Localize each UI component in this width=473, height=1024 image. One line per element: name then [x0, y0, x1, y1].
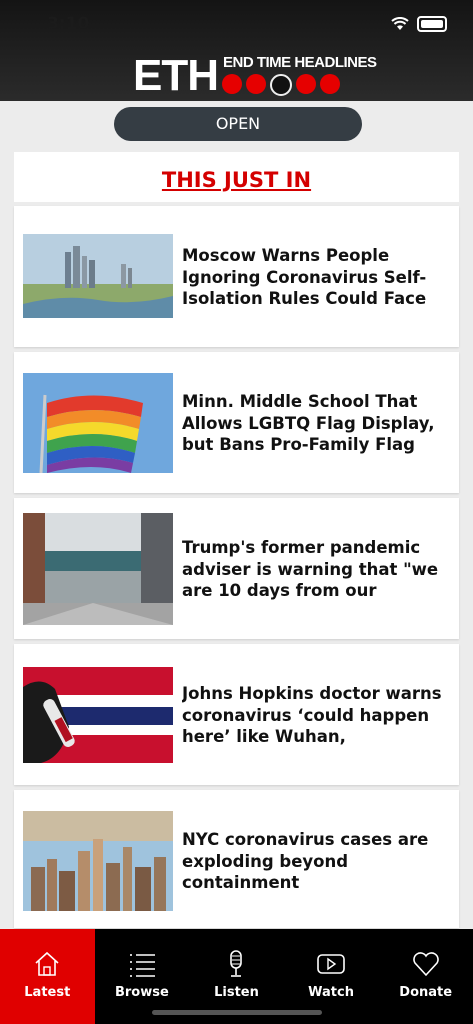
tab-label: Browse	[114, 985, 169, 1000]
list-icon	[129, 954, 155, 977]
article-card-5[interactable]: NYC coronavirus cases are exploding beyo…	[14, 790, 459, 928]
carousel-dot[interactable]	[222, 74, 242, 94]
article-headline: NYC coronavirus cases are exploding beyo…	[182, 830, 429, 892]
section-header: THIS JUST IN	[14, 152, 459, 202]
section-title[interactable]: THIS JUST IN	[14, 168, 459, 192]
tab-label: Watch	[308, 985, 354, 1000]
microphone-icon	[230, 950, 243, 977]
article-card-3[interactable]: Trump's former pandemic adviser is warni…	[14, 498, 459, 639]
article-thumbnail	[23, 811, 173, 911]
tab-label: Latest	[24, 985, 71, 1000]
tab-label: Listen	[214, 985, 259, 1000]
article-headline: Moscow Warns People Ignoring Coronavirus…	[182, 246, 427, 308]
home-icon	[35, 951, 59, 976]
article-headline: Johns Hopkins doctor warns coronavirus ‘…	[182, 684, 442, 746]
article-card-4[interactable]: Johns Hopkins doctor warns coronavirus ‘…	[14, 644, 459, 785]
article-headline: Minn. Middle School That Allows LGBTQ Fl…	[182, 392, 435, 454]
article-card-2[interactable]: Minn. Middle School That Allows LGBTQ Fl…	[14, 352, 459, 493]
carousel-dot-active[interactable]	[270, 74, 292, 96]
carousel-dot[interactable]	[320, 74, 340, 94]
app-tagline: END TIME HEADLINES	[223, 54, 377, 71]
open-button[interactable]: OPEN	[114, 107, 362, 141]
home-indicator[interactable]	[152, 1010, 322, 1015]
video-icon	[317, 954, 345, 974]
article-thumbnail	[23, 234, 173, 318]
status-time: 3:10	[47, 14, 90, 34]
status-icons	[391, 16, 447, 32]
carousel-dot[interactable]	[246, 74, 266, 94]
tab-latest[interactable]: Latest	[0, 929, 95, 1024]
carousel-dots	[222, 74, 340, 96]
article-card-1[interactable]: Moscow Warns People Ignoring Coronavirus…	[14, 206, 459, 347]
heart-icon	[412, 952, 439, 977]
wifi-icon	[391, 17, 409, 30]
article-headline: Trump's former pandemic adviser is warni…	[182, 538, 439, 600]
article-thumbnail	[23, 513, 173, 625]
app-logo[interactable]: ETH	[133, 54, 219, 98]
article-thumbnail	[23, 667, 173, 763]
app-header: 3:10 ETH END TIME HEADLINES	[0, 0, 473, 101]
tab-donate[interactable]: Donate	[378, 929, 473, 1024]
tab-label: Donate	[399, 985, 453, 1000]
carousel-dot[interactable]	[296, 74, 316, 94]
article-thumbnail	[23, 373, 173, 473]
battery-icon	[417, 16, 447, 32]
